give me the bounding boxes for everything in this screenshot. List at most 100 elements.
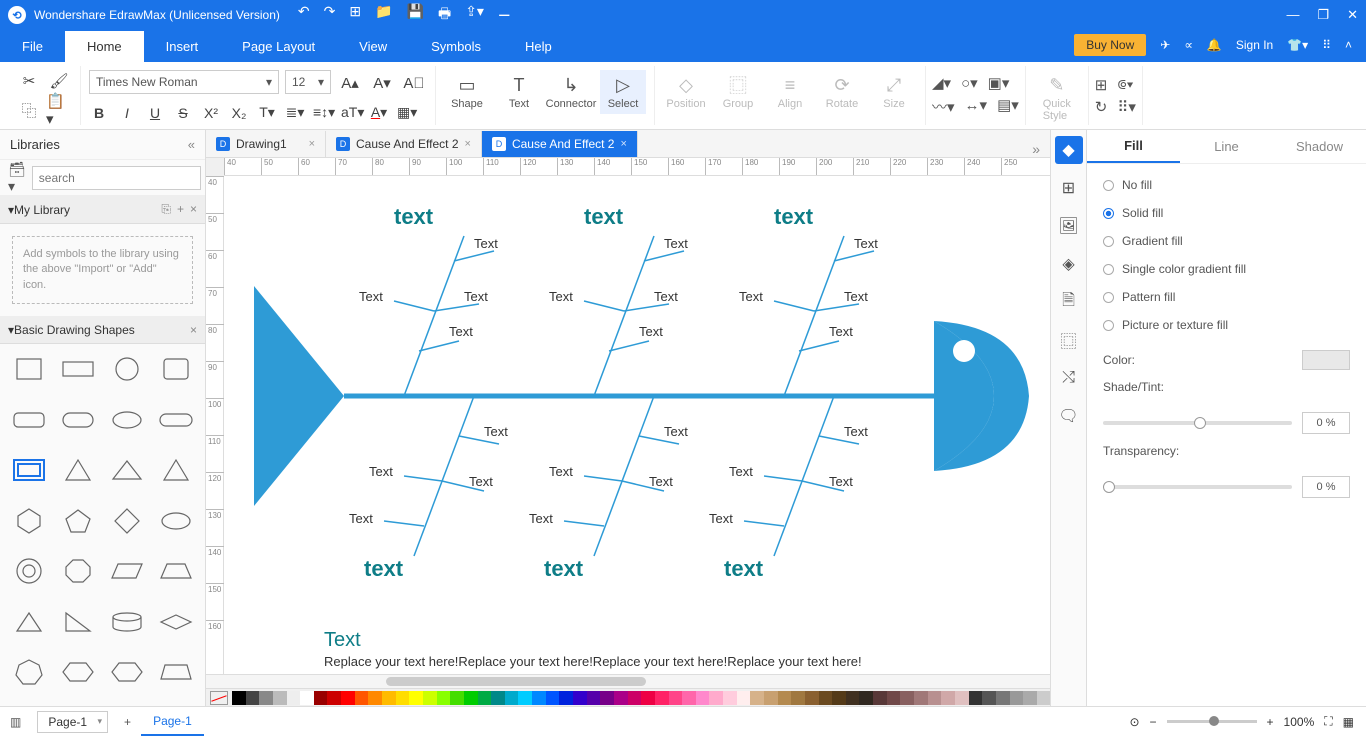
- radio-no-fill[interactable]: No fill: [1103, 178, 1350, 192]
- color-swatch[interactable]: [955, 691, 969, 705]
- shape-ellipse2[interactable]: [156, 504, 197, 538]
- cut-icon[interactable]: ✂: [16, 68, 42, 94]
- color-swatch[interactable]: [1023, 691, 1037, 705]
- fill-panel-icon[interactable]: ◆: [1055, 136, 1083, 164]
- open-icon[interactable]: 📁: [375, 3, 392, 27]
- menu-home[interactable]: Home: [65, 31, 144, 62]
- collapse-ribbon-icon[interactable]: ˄: [1345, 38, 1352, 52]
- theme-panel-icon[interactable]: ⊞: [1055, 174, 1083, 202]
- shape-hexagon[interactable]: [8, 504, 49, 538]
- color-swatch[interactable]: [750, 691, 764, 705]
- color-swatch[interactable]: [982, 691, 996, 705]
- color-swatch[interactable]: [832, 691, 846, 705]
- nofill-swatch[interactable]: [210, 691, 228, 705]
- shuffle-panel-icon[interactable]: ⤭: [1055, 364, 1083, 392]
- image-panel-icon[interactable]: 🖼: [1055, 212, 1083, 240]
- color-swatch[interactable]: [859, 691, 873, 705]
- shape-ellipse[interactable]: [107, 403, 148, 437]
- color-swatch[interactable]: [655, 691, 669, 705]
- color-picker[interactable]: [1302, 350, 1350, 370]
- tab-fill[interactable]: Fill: [1087, 130, 1180, 163]
- color-swatch[interactable]: [300, 691, 314, 705]
- color-swatch[interactable]: [846, 691, 860, 705]
- same-width-icon[interactable]: ⊞: [1095, 76, 1108, 94]
- color-swatch[interactable]: [819, 691, 833, 705]
- shade-slider[interactable]: [1103, 421, 1292, 425]
- clear-format-icon[interactable]: A⃠: [401, 70, 427, 96]
- decrease-font-icon[interactable]: A▾: [369, 70, 395, 96]
- shape-frame[interactable]: [8, 453, 49, 487]
- color-swatch[interactable]: [628, 691, 642, 705]
- color-swatch[interactable]: [573, 691, 587, 705]
- play-icon[interactable]: ⊙: [1129, 715, 1139, 729]
- font-color-button[interactable]: A▾: [369, 104, 389, 121]
- library-add-icon[interactable]: 🗃▾: [8, 161, 26, 195]
- crop-icon[interactable]: ⟃▾: [1117, 76, 1133, 94]
- color-swatch[interactable]: [273, 691, 287, 705]
- select-similar-icon[interactable]: ⠿▾: [1117, 98, 1136, 116]
- close-icon[interactable]: ✕: [1347, 7, 1358, 23]
- shape-cylinder[interactable]: [107, 605, 148, 639]
- shape-trap2[interactable]: [156, 655, 197, 689]
- menu-insert[interactable]: Insert: [144, 31, 221, 62]
- paste-icon[interactable]: 📋▾: [46, 97, 72, 123]
- shape-tri-up[interactable]: [8, 605, 49, 639]
- line-spacing-button[interactable]: ≡↕▾: [313, 104, 333, 121]
- transparency-value[interactable]: 0 %: [1302, 476, 1350, 498]
- superscript-button[interactable]: X²: [201, 105, 221, 121]
- fullscreen-icon[interactable]: ▦: [1343, 715, 1354, 729]
- shape-circle[interactable]: [107, 352, 148, 386]
- color-swatch[interactable]: [559, 691, 573, 705]
- color-swatch[interactable]: [737, 691, 751, 705]
- color-swatch[interactable]: [327, 691, 341, 705]
- color-swatch[interactable]: [532, 691, 546, 705]
- color-swatch[interactable]: [669, 691, 683, 705]
- color-swatch[interactable]: [969, 691, 983, 705]
- color-swatch[interactable]: [450, 691, 464, 705]
- color-swatch[interactable]: [941, 691, 955, 705]
- close-tab-icon[interactable]: ×: [465, 138, 471, 150]
- increase-font-icon[interactable]: A▴: [337, 70, 363, 96]
- color-swatch[interactable]: [873, 691, 887, 705]
- color-swatch[interactable]: [546, 691, 560, 705]
- shape-right-tri[interactable]: [57, 605, 98, 639]
- subscript-button[interactable]: X₂: [229, 105, 249, 121]
- color-swatch[interactable]: [341, 691, 355, 705]
- text-annotation-button[interactable]: aT▾: [341, 104, 361, 121]
- color-swatch[interactable]: [887, 691, 901, 705]
- close-section-icon[interactable]: ×: [190, 202, 197, 217]
- add-icon[interactable]: +: [177, 202, 184, 217]
- highlight-button[interactable]: ▦▾: [397, 104, 417, 121]
- menu-page-layout[interactable]: Page Layout: [220, 31, 337, 62]
- color-swatch[interactable]: [423, 691, 437, 705]
- more-icon[interactable]: ⚊: [498, 3, 511, 27]
- canvas[interactable]: textTextTextTextTexttextTextTextTextText…: [224, 176, 1050, 674]
- italic-button[interactable]: I: [117, 105, 137, 121]
- text-tool[interactable]: TText: [496, 70, 542, 114]
- font-name-dropdown[interactable]: Times New Roman▾: [89, 70, 279, 94]
- shape-rect[interactable]: [57, 352, 98, 386]
- shape-heptagon[interactable]: [8, 655, 49, 689]
- font-size-dropdown[interactable]: 12▾: [285, 70, 331, 94]
- color-swatch[interactable]: [928, 691, 942, 705]
- search-input[interactable]: [32, 166, 201, 190]
- add-page-icon[interactable]: +: [114, 707, 141, 736]
- zoom-in-icon[interactable]: +: [1267, 715, 1274, 729]
- shadow-icon[interactable]: ▣▾: [988, 74, 1010, 92]
- shape-diamond[interactable]: [107, 504, 148, 538]
- color-swatch[interactable]: [396, 691, 410, 705]
- replace-icon[interactable]: ↻: [1095, 98, 1108, 116]
- color-swatch[interactable]: [805, 691, 819, 705]
- shape-rounded2[interactable]: [8, 403, 49, 437]
- send-icon[interactable]: ✈: [1160, 38, 1170, 52]
- color-swatch[interactable]: [600, 691, 614, 705]
- shape-rhombus[interactable]: [156, 605, 197, 639]
- underline-button[interactable]: U: [145, 105, 165, 121]
- shape-pill[interactable]: [57, 403, 98, 437]
- bullets-button[interactable]: ≣▾: [285, 104, 305, 121]
- color-swatch[interactable]: [1010, 691, 1024, 705]
- fit-page-icon[interactable]: ⛶: [1324, 714, 1332, 729]
- page-tab[interactable]: Page-1: [141, 707, 204, 736]
- shape-square[interactable]: [8, 352, 49, 386]
- shape-hex2[interactable]: [57, 655, 98, 689]
